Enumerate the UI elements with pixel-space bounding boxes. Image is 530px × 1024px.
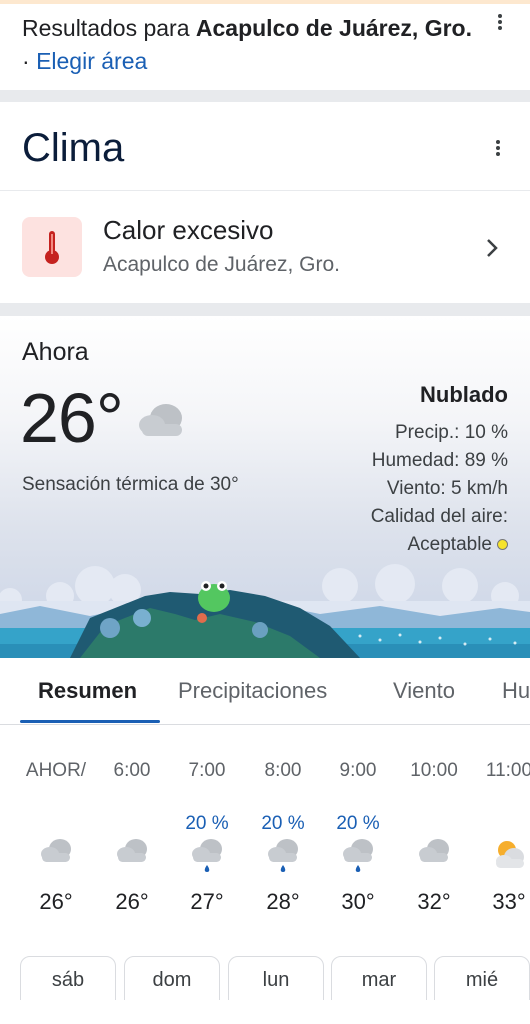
thermometer-icon [22, 217, 82, 277]
chevron-right-icon[interactable] [484, 238, 500, 258]
heat-alert-row[interactable]: Calor excesivo Acapulco de Juárez, Gro. [0, 191, 530, 303]
hour-time: 8:00 [264, 760, 302, 781]
humidity-stat: Humedad: 89 % [371, 450, 508, 471]
cloud-icon [139, 404, 182, 436]
wind-stat: Viento: 5 km/h [386, 478, 508, 499]
results-prefix: Resultados para [22, 15, 196, 41]
results-separator: · [22, 48, 37, 74]
current-temperature: 26° [20, 379, 124, 457]
clima-more-icon[interactable] [488, 138, 508, 158]
hour-temp: 33° [492, 889, 526, 914]
alert-title: Calor excesivo [103, 215, 274, 245]
hour-time: 10:00 [410, 760, 458, 781]
air-quality-value: Aceptable [407, 534, 492, 555]
results-more-icon[interactable] [490, 12, 510, 32]
results-location: Acapulco de Juárez, Gro. [195, 15, 472, 41]
results-card: Resultados para Acapulco de Juárez, Gro.… [0, 4, 530, 90]
forecast-tabs: Resumen Precipitaciones Viento Hu [0, 658, 530, 725]
tab-humedad[interactable]: Hu [502, 678, 530, 704]
rain-icon [320, 838, 396, 878]
hour-time: 9:00 [339, 760, 377, 781]
divider [0, 90, 530, 102]
weather-illustration [0, 564, 530, 658]
tab-viento[interactable]: Viento [393, 678, 455, 704]
air-quality-dot-icon [497, 539, 508, 551]
hour-temp: 28° [266, 889, 300, 914]
hour-time: 11:00 [485, 760, 530, 781]
rain-icon [245, 838, 321, 878]
clima-title: Clima [22, 126, 125, 170]
alert-subtitle: Acapulco de Juárez, Gro. [103, 253, 340, 276]
air-quality-row: Aceptable [407, 534, 508, 556]
tab-resumen[interactable]: Resumen [38, 678, 137, 704]
feels-like: Sensación térmica de 30° [22, 474, 239, 495]
clima-header: Clima [0, 102, 530, 191]
tab-precipitaciones[interactable]: Precipitaciones [178, 678, 327, 704]
system-navigation-bar [0, 1000, 530, 1024]
cloud-icon [396, 838, 472, 878]
hour-time: 7:00 [188, 760, 226, 781]
hour-time: AHOR/ [25, 760, 87, 781]
hour-precip: 20 % [261, 813, 305, 834]
rain-icon [169, 838, 245, 878]
hour-precip: 20 % [336, 813, 380, 834]
hour-temp: 26° [115, 889, 149, 914]
current-weather-panel: Ahora 26° Sensación térmica de 30° Nubla… [0, 316, 530, 658]
choose-area-link[interactable]: Elegir área [36, 48, 147, 74]
hour-temp: 27° [190, 889, 224, 914]
partly-sunny-icon [471, 838, 530, 878]
hour-temp: 30° [341, 889, 375, 914]
hour-temp: 32° [417, 889, 451, 914]
results-text: Resultados para Acapulco de Juárez, Gro.… [22, 12, 472, 78]
divider [0, 303, 530, 316]
air-quality-label: Calidad del aire: [370, 506, 508, 527]
cloud-icon [94, 838, 170, 878]
condition: Nublado [420, 382, 508, 407]
hour-temp: 26° [39, 889, 73, 914]
precip-stat: Precip.: 10 % [395, 422, 508, 443]
hour-time: 6:00 [113, 760, 151, 781]
active-tab-indicator [20, 720, 160, 723]
cloud-icon [18, 838, 94, 878]
now-label: Ahora [22, 338, 89, 366]
hour-precip: 20 % [185, 813, 229, 834]
